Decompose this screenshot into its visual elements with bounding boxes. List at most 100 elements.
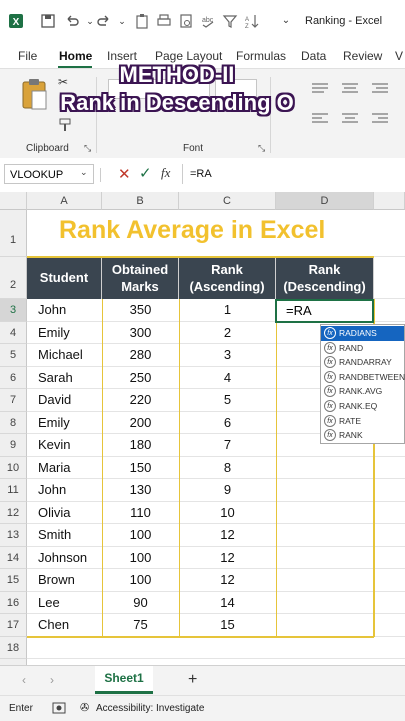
- row-header[interactable]: 11: [0, 479, 27, 502]
- align-bottom-icon[interactable]: [370, 81, 390, 93]
- sheet-tab-sheet1[interactable]: Sheet1: [95, 666, 153, 694]
- cell-student[interactable]: David: [27, 389, 102, 412]
- add-sheet-button[interactable]: +: [188, 671, 197, 689]
- cell-student[interactable]: Olivia: [27, 502, 102, 525]
- cell-student[interactable]: Maria: [27, 457, 102, 480]
- align-center-icon[interactable]: [340, 111, 360, 123]
- cell-rank-ascending[interactable]: 9: [179, 479, 276, 502]
- cell-student[interactable]: Johnson: [27, 547, 102, 570]
- cell-student[interactable]: John: [27, 479, 102, 502]
- filter-icon[interactable]: [222, 13, 238, 29]
- cell-rank-ascending[interactable]: 12: [179, 547, 276, 570]
- redo-dropdown-icon[interactable]: ⌄: [114, 13, 130, 29]
- cell-rank-ascending[interactable]: 8: [179, 457, 276, 480]
- row-header[interactable]: 3: [0, 299, 27, 322]
- cell-marks[interactable]: 300: [102, 322, 179, 345]
- cell-marks[interactable]: 180: [102, 434, 179, 457]
- cell-student[interactable]: Lee: [27, 592, 102, 615]
- row-header[interactable]: 17: [0, 614, 27, 637]
- row-header[interactable]: 2: [0, 257, 27, 299]
- cell-rank-ascending[interactable]: 7: [179, 434, 276, 457]
- cell-rank-ascending[interactable]: 10: [179, 502, 276, 525]
- cancel-icon[interactable]: ✕: [118, 165, 131, 183]
- autocomplete-item[interactable]: fx RANK.AVG: [321, 384, 404, 399]
- enter-icon[interactable]: ✓: [139, 164, 152, 182]
- row-header[interactable]: 4: [0, 321, 27, 344]
- row-header[interactable]: 15: [0, 569, 27, 592]
- cell-rank-ascending[interactable]: 14: [179, 592, 276, 615]
- column-header-e[interactable]: [374, 192, 405, 210]
- cell-marks[interactable]: 100: [102, 569, 179, 592]
- cell-rank-ascending[interactable]: 2: [179, 322, 276, 345]
- cell-marks[interactable]: 130: [102, 479, 179, 502]
- row-header[interactable]: 10: [0, 456, 27, 479]
- formula-input[interactable]: =RA: [190, 168, 212, 180]
- row-header[interactable]: 9: [0, 434, 27, 457]
- font-launcher-icon[interactable]: ⤡: [258, 143, 265, 154]
- undo-icon[interactable]: [64, 13, 80, 29]
- function-autocomplete-list[interactable]: fx RADIANS fx RAND fx RANDARRAY fx RANDBETWEEN f…: [320, 324, 405, 444]
- cell-rank-ascending[interactable]: 12: [179, 524, 276, 547]
- cell-student[interactable]: Emily: [27, 322, 102, 345]
- cell-rank-ascending[interactable]: 15: [179, 614, 276, 637]
- cell-student[interactable]: Smith: [27, 524, 102, 547]
- cell-marks[interactable]: 100: [102, 524, 179, 547]
- row-header[interactable]: 5: [0, 344, 27, 367]
- accessibility-icon[interactable]: ✇: [80, 701, 94, 715]
- tab-view[interactable]: V: [395, 49, 403, 63]
- print-icon[interactable]: [156, 13, 172, 29]
- row-header[interactable]: 8: [0, 411, 27, 434]
- redo-icon[interactable]: [96, 13, 112, 29]
- autocomplete-item[interactable]: fx RANDBETWEEN: [321, 370, 405, 385]
- accessibility-status[interactable]: Accessibility: Investigate: [96, 703, 204, 714]
- customize-toolbar-icon[interactable]: ⌄: [278, 13, 294, 29]
- cell-marks[interactable]: 90: [102, 592, 179, 615]
- cell-marks[interactable]: 100: [102, 547, 179, 570]
- insert-function-icon[interactable]: fx: [161, 165, 170, 181]
- column-header-d[interactable]: D: [276, 192, 374, 210]
- macro-recording-icon[interactable]: [52, 701, 66, 715]
- row-header[interactable]: 12: [0, 501, 27, 524]
- cell-marks[interactable]: 110: [102, 502, 179, 525]
- clipboard-launcher-icon[interactable]: ⤡: [84, 143, 91, 154]
- cell-marks[interactable]: 75: [102, 614, 179, 637]
- column-header-b[interactable]: B: [102, 192, 179, 210]
- row-header[interactable]: 13: [0, 524, 27, 547]
- cell-rank-ascending[interactable]: 6: [179, 412, 276, 435]
- column-header-c[interactable]: C: [179, 192, 276, 210]
- print-preview-icon[interactable]: [178, 13, 194, 29]
- cell-marks[interactable]: 280: [102, 344, 179, 367]
- row-header[interactable]: 1: [0, 210, 27, 257]
- cell-marks[interactable]: 220: [102, 389, 179, 412]
- cell-marks[interactable]: 200: [102, 412, 179, 435]
- cell-student[interactable]: Emily: [27, 412, 102, 435]
- autocomplete-item[interactable]: fx RAND: [321, 341, 404, 356]
- align-middle-icon[interactable]: [340, 81, 360, 93]
- cell-rank-ascending[interactable]: 12: [179, 569, 276, 592]
- spelling-icon[interactable]: abc: [200, 13, 216, 29]
- cell-marks[interactable]: 350: [102, 299, 179, 322]
- align-right-icon[interactable]: [370, 111, 390, 123]
- cell-marks[interactable]: 150: [102, 457, 179, 480]
- clipboard-icon[interactable]: [134, 13, 150, 29]
- row-header[interactable]: 6: [0, 366, 27, 389]
- autocomplete-item[interactable]: fx RANK: [321, 428, 404, 443]
- cell-rank-ascending[interactable]: 1: [179, 299, 276, 322]
- row-header[interactable]: 14: [0, 546, 27, 569]
- scroll-tabs-right-icon[interactable]: ›: [50, 673, 54, 687]
- row-header[interactable]: 18: [0, 636, 27, 659]
- cell-student[interactable]: Chen: [27, 614, 102, 637]
- tab-review[interactable]: Review: [343, 49, 382, 63]
- cell-marks[interactable]: 250: [102, 367, 179, 390]
- cell-rank-ascending[interactable]: 5: [179, 389, 276, 412]
- scroll-tabs-left-icon[interactable]: ‹: [22, 673, 26, 687]
- cell-rank-ascending[interactable]: 4: [179, 367, 276, 390]
- cell-student[interactable]: Michael: [27, 344, 102, 367]
- autocomplete-item[interactable]: fx RANK.EQ: [321, 399, 404, 414]
- cell-student[interactable]: Brown: [27, 569, 102, 592]
- sort-icon[interactable]: AZ: [244, 13, 260, 30]
- autocomplete-item[interactable]: fx RANDARRAY: [321, 355, 404, 370]
- row-header[interactable]: 16: [0, 591, 27, 614]
- save-icon[interactable]: [40, 13, 56, 29]
- name-box-dropdown-icon[interactable]: ⌄: [80, 167, 88, 178]
